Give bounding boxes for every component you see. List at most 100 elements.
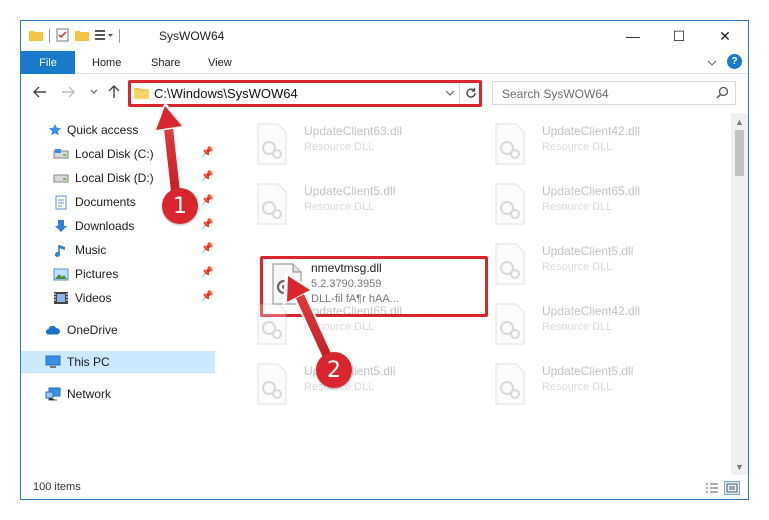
sidebar-item-label: Music bbox=[75, 243, 107, 257]
file-item[interactable]: UpdateClient65.dll Resource DLL bbox=[486, 179, 716, 231]
sidebar-item-this-pc[interactable]: This PC bbox=[21, 351, 215, 373]
file-item[interactable]: UpdateClient42.dll Resource DLL bbox=[486, 119, 716, 171]
sidebar-item-label: Quick access bbox=[67, 123, 139, 137]
sidebar-item-network[interactable]: Network bbox=[21, 383, 215, 405]
maximize-button[interactable]: ☐ bbox=[656, 21, 702, 51]
file-item[interactable]: UpdateClient5.dll Resource DLL bbox=[486, 359, 716, 411]
sidebar-item-label: Local Disk (D:) bbox=[75, 171, 154, 185]
sidebar-item-local-disk-d[interactable]: Local Disk (D:) 📌 bbox=[21, 167, 215, 189]
sidebar-item-label: Videos bbox=[75, 291, 112, 305]
ribbon-right: ? bbox=[707, 54, 742, 69]
dll-file-icon bbox=[257, 303, 287, 345]
close-button[interactable]: ✕ bbox=[702, 21, 748, 51]
tab-home[interactable]: Home bbox=[92, 51, 121, 74]
dll-file-icon bbox=[257, 363, 287, 405]
customize-toolbar-icon[interactable] bbox=[95, 29, 113, 44]
arrow-left-icon bbox=[33, 86, 46, 98]
arrow-up-icon bbox=[108, 85, 120, 98]
divider bbox=[119, 29, 120, 43]
tab-share[interactable]: Share bbox=[151, 51, 180, 74]
file-description: Resource DLL bbox=[304, 141, 375, 153]
sidebar-item-local-disk-c[interactable]: Local Disk (C:) 📌 bbox=[21, 143, 215, 165]
address-bar-highlight bbox=[128, 80, 482, 107]
sidebar-item-label: This PC bbox=[67, 355, 110, 369]
pin-icon[interactable]: 📌 bbox=[201, 219, 213, 230]
file-description: Resource DLL bbox=[542, 261, 613, 273]
step-2-badge: 2 bbox=[316, 352, 352, 388]
details-view-icon[interactable] bbox=[704, 481, 720, 495]
file-list: UpdateClient63.dll Resource DLL UpdateCl… bbox=[233, 113, 733, 473]
file-name: UpdateClient65.dll bbox=[304, 304, 403, 318]
vertical-scrollbar[interactable]: ▲ ▼ bbox=[731, 113, 748, 475]
step-1-badge: 1 bbox=[162, 188, 198, 224]
sidebar-item-pictures[interactable]: Pictures 📌 bbox=[21, 263, 215, 285]
file-item[interactable]: UpdateClient63.dll Resource DLL bbox=[248, 119, 478, 171]
up-button[interactable] bbox=[105, 83, 123, 101]
file-item[interactable]: UpdateClient42.dll Resource DLL bbox=[486, 299, 716, 351]
forward-button[interactable] bbox=[59, 83, 77, 101]
folder-icon[interactable] bbox=[29, 29, 43, 44]
view-switcher bbox=[704, 481, 740, 495]
pc-icon bbox=[45, 354, 61, 370]
file-description: Resource DLL bbox=[542, 381, 613, 393]
file-description: Resource DLL bbox=[304, 321, 375, 333]
window-title: SysWOW64 bbox=[159, 29, 225, 43]
dll-file-icon bbox=[495, 363, 525, 405]
search-icon[interactable] bbox=[716, 86, 729, 102]
scroll-up-button[interactable]: ▲ bbox=[731, 113, 748, 130]
file-item[interactable]: UpdateClient65.dll Resource DLL bbox=[248, 299, 478, 351]
pin-icon[interactable]: 📌 bbox=[201, 195, 213, 206]
pin-icon[interactable]: 📌 bbox=[201, 147, 213, 158]
dll-file-icon bbox=[495, 243, 525, 285]
pin-icon[interactable]: 📌 bbox=[201, 243, 213, 254]
recent-locations-button[interactable] bbox=[85, 83, 103, 101]
dll-file-icon bbox=[257, 123, 287, 165]
download-icon bbox=[53, 218, 69, 234]
file-item[interactable]: UpdateClient5.dll Resource DLL bbox=[248, 179, 478, 231]
sidebar-item-quick-access[interactable]: Quick access bbox=[21, 119, 215, 141]
sidebar-item-label: Local Disk (C:) bbox=[75, 147, 154, 161]
dll-file-icon bbox=[257, 183, 287, 225]
file-description: Resource DLL bbox=[542, 141, 613, 153]
sidebar-item-music[interactable]: Music 📌 bbox=[21, 239, 215, 261]
sidebar-item-label: Network bbox=[67, 387, 112, 401]
tab-file[interactable]: File bbox=[21, 51, 75, 74]
search-input[interactable]: Search SysWOW64 bbox=[502, 87, 609, 101]
pin-icon[interactable]: 📌 bbox=[201, 267, 213, 278]
sidebar-item-onedrive[interactable]: OneDrive bbox=[21, 319, 215, 341]
music-icon bbox=[53, 242, 69, 258]
sidebar-item-videos[interactable]: Videos 📌 bbox=[21, 287, 215, 309]
item-count: 100 items bbox=[33, 481, 81, 493]
tab-view[interactable]: View bbox=[208, 51, 232, 74]
file-name: UpdateClient63.dll bbox=[304, 124, 403, 138]
file-item[interactable]: UpdateClient5.dll Resource DLL bbox=[486, 239, 716, 291]
back-button[interactable] bbox=[31, 83, 49, 101]
navigation-bar: C:\Windows\SysWOW64 Search SysWOW64 bbox=[21, 75, 748, 111]
scroll-down-button[interactable]: ▼ bbox=[731, 458, 748, 475]
window-controls: — ☐ ✕ bbox=[610, 21, 748, 51]
star-icon bbox=[47, 122, 63, 138]
pin-icon[interactable]: 📌 bbox=[201, 171, 213, 182]
large-icons-view-icon[interactable] bbox=[724, 481, 740, 495]
dll-file-icon bbox=[495, 183, 525, 225]
file-name: UpdateClient5.dll bbox=[542, 244, 634, 258]
help-button[interactable]: ? bbox=[727, 54, 742, 69]
status-bar: 100 items bbox=[21, 477, 748, 499]
drive-icon bbox=[53, 170, 69, 186]
file-description: Resource DLL bbox=[542, 201, 613, 213]
new-folder-icon[interactable] bbox=[75, 29, 89, 44]
properties-icon[interactable] bbox=[56, 28, 69, 45]
file-name: UpdateClient65.dll bbox=[542, 184, 641, 198]
sidebar-item-label: Documents bbox=[75, 195, 136, 209]
file-item[interactable]: UpdateClient5.dll Resource DLL bbox=[248, 359, 478, 411]
chevron-down-icon bbox=[90, 89, 98, 94]
expand-ribbon-icon[interactable] bbox=[707, 55, 717, 69]
quick-access-toolbar bbox=[29, 27, 120, 45]
search-box[interactable]: Search SysWOW64 bbox=[492, 81, 736, 105]
pin-icon[interactable]: 📌 bbox=[201, 291, 213, 302]
file-name: UpdateClient42.dll bbox=[542, 304, 641, 318]
minimize-button[interactable]: — bbox=[610, 21, 656, 51]
videos-icon bbox=[53, 290, 69, 306]
dll-file-icon bbox=[495, 123, 525, 165]
scroll-thumb[interactable] bbox=[735, 130, 744, 176]
